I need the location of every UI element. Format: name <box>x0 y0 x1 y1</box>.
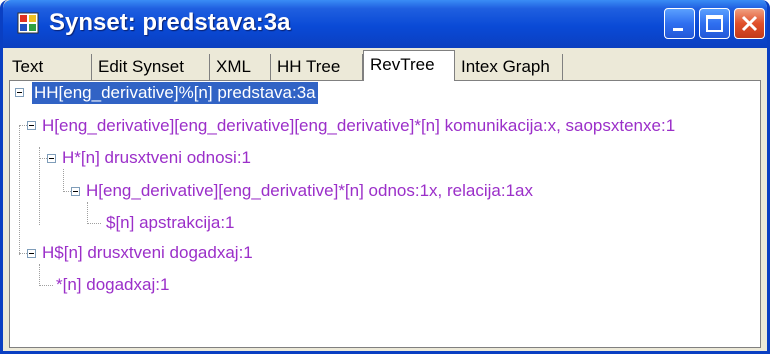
tree-connector <box>19 125 27 126</box>
close-icon <box>741 15 758 32</box>
tree-node[interactable]: H[eng_derivative][eng_derivative]*[n] od… <box>86 180 533 202</box>
tab-edit-synset[interactable]: Edit Synset <box>92 54 210 80</box>
app-window-icon <box>17 12 39 34</box>
tree-connector <box>19 253 27 254</box>
tab-hh-tree[interactable]: HH Tree <box>271 54 363 80</box>
collapse-toggle-icon[interactable] <box>27 121 36 130</box>
collapse-toggle-icon[interactable] <box>15 88 24 97</box>
collapse-toggle-icon[interactable] <box>47 154 56 163</box>
revtree-panel: HH[eng_derivative]%[n] predstava:3a H[en… <box>9 80 761 348</box>
tree-node[interactable]: H[eng_derivative][eng_derivative][eng_de… <box>42 115 675 137</box>
minimize-icon <box>673 28 683 31</box>
tree-connector <box>63 191 71 192</box>
maximize-icon <box>706 15 723 32</box>
close-button[interactable] <box>734 8 765 39</box>
tree-node[interactable]: H$[n] drusxtveni dogadxaj:1 <box>42 242 253 264</box>
tree-node-root[interactable]: HH[eng_derivative]%[n] predstava:3a <box>32 82 318 104</box>
tree-node[interactable]: *[n] dogadxaj:1 <box>56 274 169 296</box>
synset-window: Synset: predstava:3a Text Edit Synset XM… <box>0 0 770 354</box>
tree-connector <box>39 264 40 286</box>
tab-text[interactable]: Text <box>6 54 92 80</box>
tab-xml[interactable]: XML <box>210 54 271 80</box>
tab-intex-graph[interactable]: Intex Graph <box>455 54 563 80</box>
tree-connector <box>87 223 101 224</box>
tree-connector <box>87 202 88 224</box>
tree-connector <box>63 169 64 192</box>
tree-node[interactable]: $[n] apstrakcija:1 <box>106 212 235 234</box>
tab-strip: Text Edit Synset XML HH Tree RevTree Int… <box>3 48 767 81</box>
minimize-button[interactable] <box>664 8 695 39</box>
collapse-toggle-icon[interactable] <box>71 187 80 196</box>
collapse-toggle-icon[interactable] <box>27 249 36 258</box>
tree-connector <box>19 125 20 255</box>
tree-connector <box>39 285 53 286</box>
maximize-button[interactable] <box>699 8 730 39</box>
tree-connector <box>39 158 47 159</box>
title-bar[interactable]: Synset: predstava:3a <box>3 0 767 48</box>
window-title: Synset: predstava:3a <box>49 9 291 36</box>
tab-revtree[interactable]: RevTree <box>363 50 455 81</box>
tree-node[interactable]: H*[n] drusxtveni odnosi:1 <box>62 147 251 169</box>
